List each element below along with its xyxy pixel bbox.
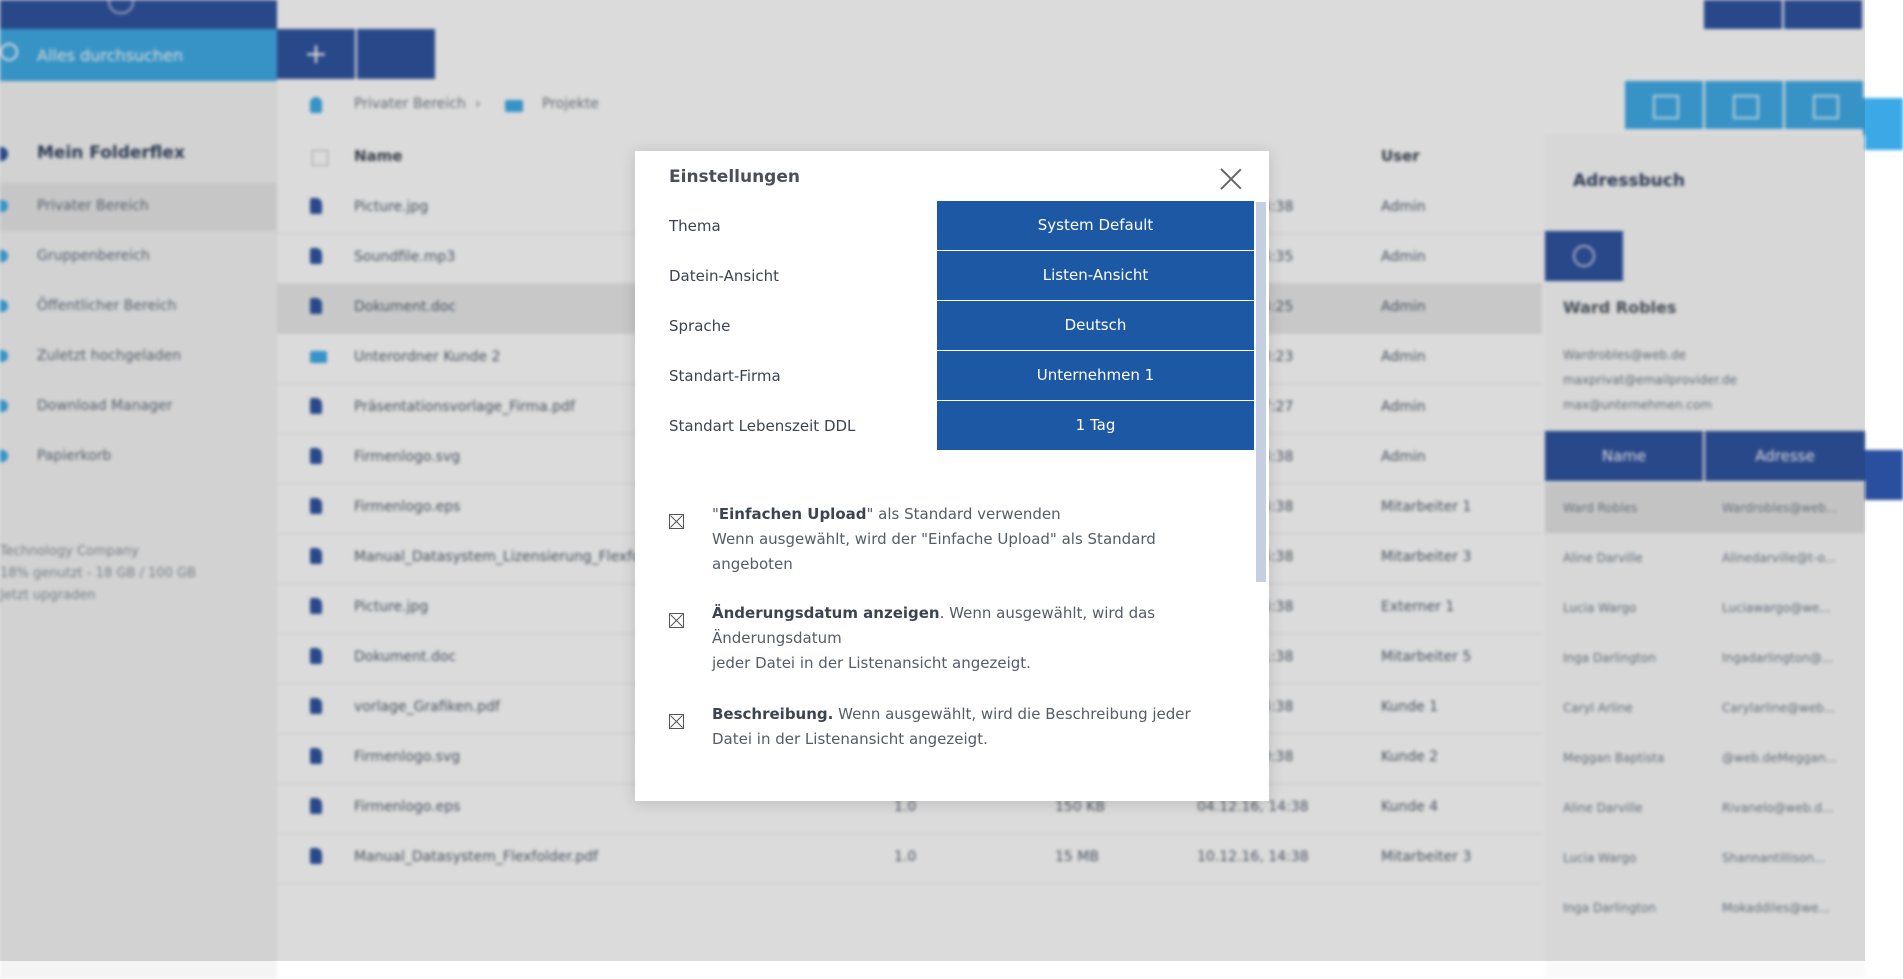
setting-label: Standart Lebenszeit DDL <box>669 417 856 435</box>
setting-theme: Thema System Default <box>669 201 1254 251</box>
option-description: Wenn ausgewählt, wird der "Einfache Uplo… <box>712 530 1156 573</box>
file-view-select[interactable]: Listen-Ansicht <box>937 251 1254 300</box>
option-description: jeder Datei in der Listenansicht angezei… <box>712 654 1031 672</box>
option-text: " als Standard verwenden <box>866 505 1061 523</box>
ddl-lifetime-select[interactable]: 1 Tag <box>937 401 1254 450</box>
setting-label: Standart-Firma <box>669 367 781 385</box>
scrollbar-thumb[interactable] <box>1256 202 1266 582</box>
option-title: Änderungsdatum anzeigen <box>712 604 940 622</box>
option-title: Beschreibung. <box>712 705 834 723</box>
setting-default-company: Standart-Firma Unternehmen 1 <box>669 351 1254 401</box>
setting-label: Datein-Ansicht <box>669 267 779 285</box>
app-stage: Alles durchsuchen Mein Folderflex Privat… <box>0 0 1903 979</box>
option-text: Wenn ausgewählt, wird die Beschreibung j… <box>833 705 1191 723</box>
side-strip <box>1863 450 1903 500</box>
info-strip[interactable] <box>1863 98 1903 150</box>
option-description: Datei in der Listenansicht angezeigt. <box>712 730 988 748</box>
description-checkbox[interactable] <box>669 714 684 729</box>
language-select[interactable]: Deutsch <box>937 301 1254 350</box>
show-modified-date-checkbox[interactable] <box>669 613 684 628</box>
setting-label: Thema <box>669 217 721 235</box>
setting-language: Sprache Deutsch <box>669 301 1254 351</box>
simple-upload-checkbox[interactable] <box>669 514 684 529</box>
default-company-select[interactable]: Unternehmen 1 <box>937 351 1254 400</box>
settings-modal: Einstellungen Thema System Default Datei… <box>635 151 1269 801</box>
setting-ddl-lifetime: Standart Lebenszeit DDL 1 Tag <box>669 401 1254 451</box>
theme-select[interactable]: System Default <box>937 201 1254 250</box>
setting-file-view: Datein-Ansicht Listen-Ansicht <box>669 251 1254 301</box>
setting-label: Sprache <box>669 317 731 335</box>
modal-title: Einstellungen <box>669 167 800 187</box>
option-title: Einfachen Upload <box>718 505 867 523</box>
close-icon[interactable] <box>1217 165 1245 193</box>
option-text: " <box>712 505 719 523</box>
